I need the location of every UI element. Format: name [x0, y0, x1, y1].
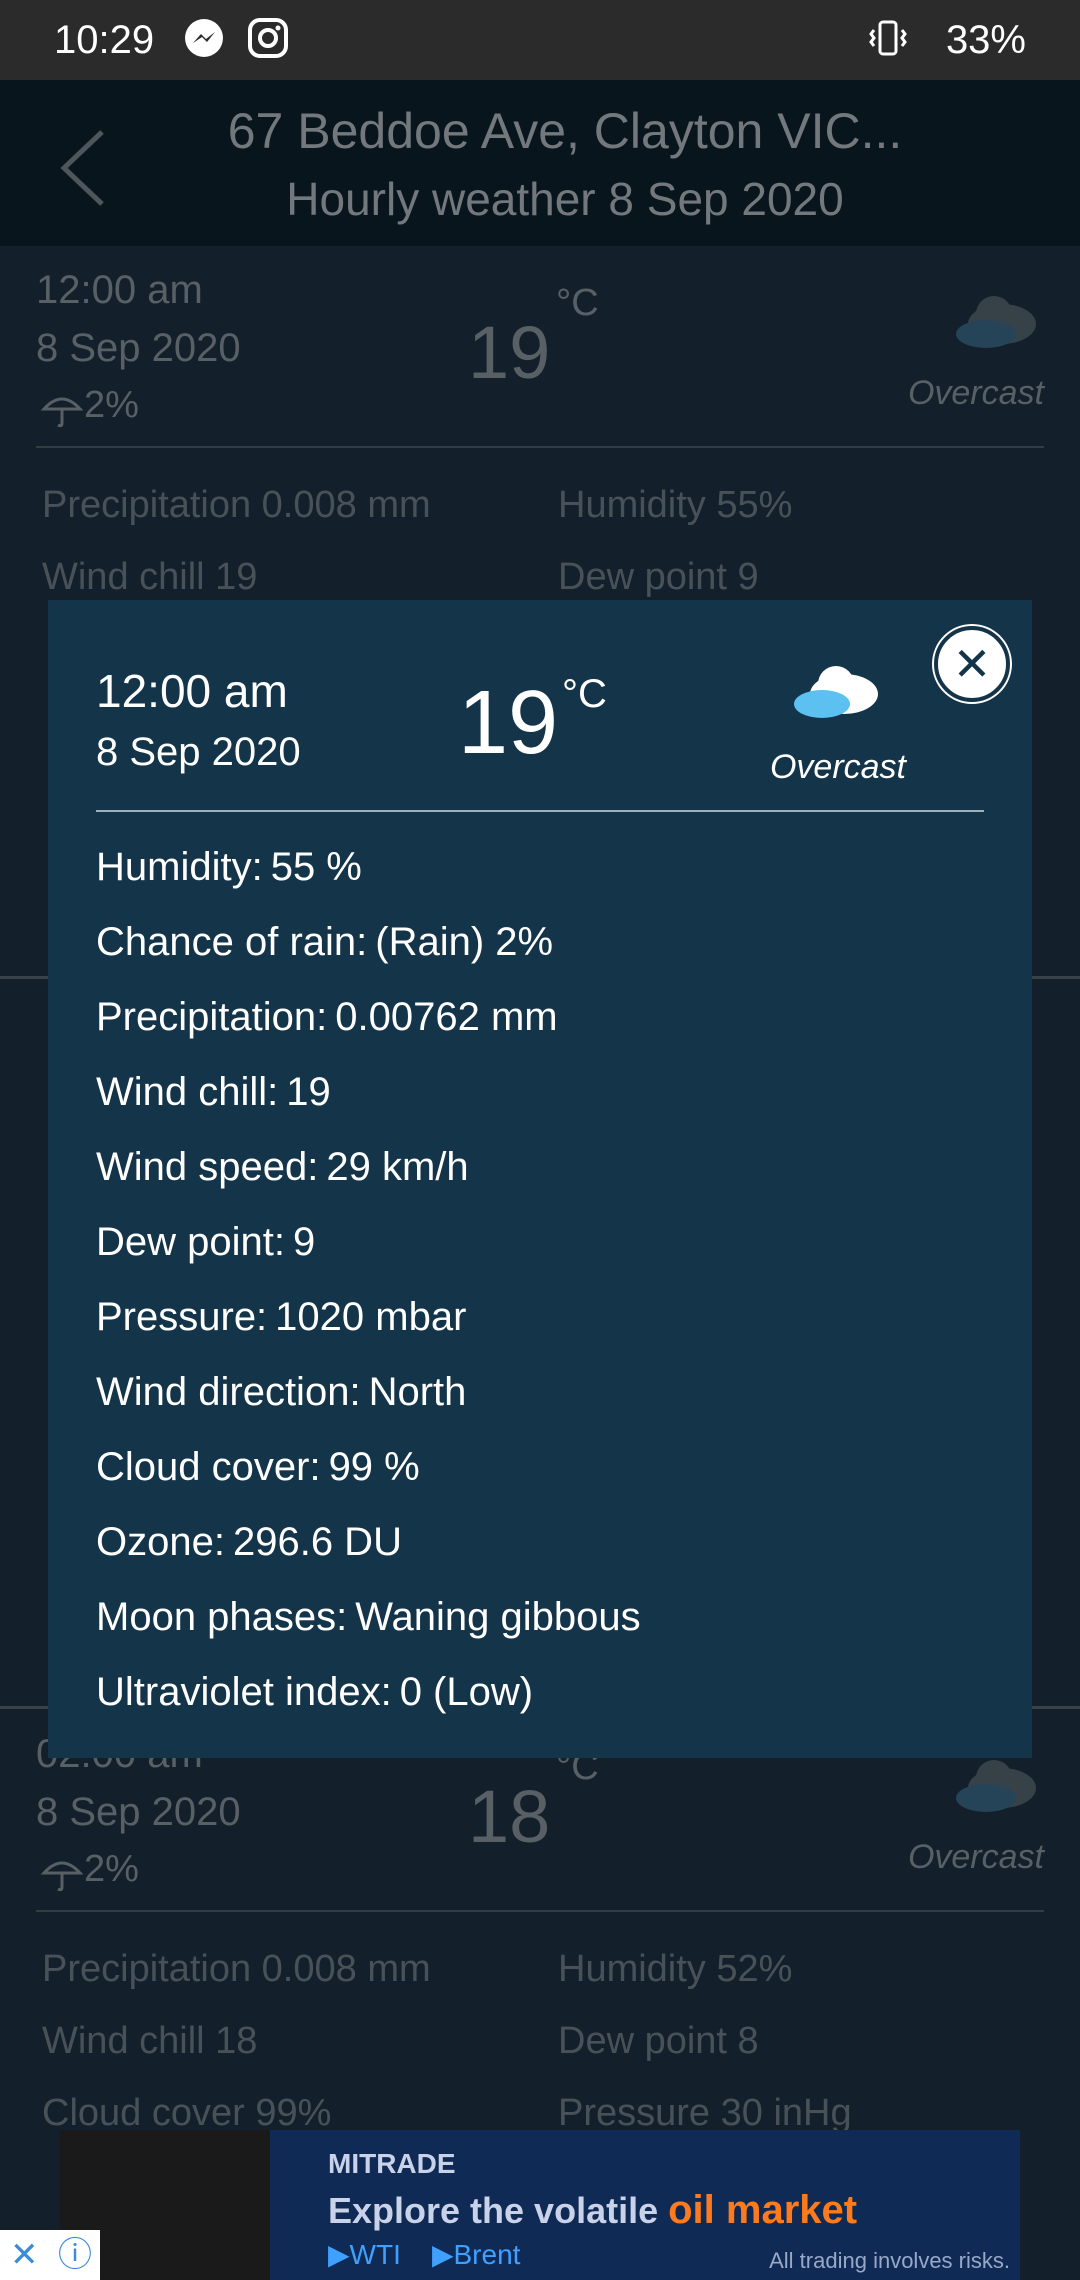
- detail-precipitation: Precipitation: 0.00762 mm: [96, 980, 984, 1055]
- ad-choices-button[interactable]: ✕ ⓘ: [0, 2230, 100, 2280]
- hour-detail-dialog: ✕ 12:00 am 8 Sep 2020 19 °C Overcast Hum…: [48, 600, 1032, 1758]
- detail-label: Cloud cover:: [96, 1445, 321, 1489]
- ad-disclaimer: All trading involves risks.: [769, 2248, 1010, 2273]
- dialog-details: Humidity: 55 % Chance of rain: (Rain) 2% P…: [96, 830, 984, 1730]
- detail-value: 55 %: [270, 845, 362, 889]
- ad-tag: ▶Brent: [431, 2239, 521, 2270]
- detail-cloud-cover: Cloud cover: 99 %: [96, 1430, 984, 1505]
- ad-headline: Explore the volatile oil market: [328, 2188, 857, 2233]
- detail-label: Wind speed:: [96, 1145, 319, 1189]
- detail-wind-speed: Wind speed: 29 km/h: [96, 1130, 984, 1205]
- detail-label: Ozone:: [96, 1520, 225, 1564]
- detail-label: Dew point:: [96, 1220, 285, 1264]
- detail-value: North: [368, 1370, 467, 1414]
- detail-value: (Rain) 2%: [375, 920, 554, 964]
- detail-pressure: Pressure: 1020 mbar: [96, 1280, 984, 1355]
- dialog-divider: [96, 810, 984, 812]
- detail-wind-chill: Wind chill: 19: [96, 1055, 984, 1130]
- dialog-condition: Overcast: [769, 748, 907, 786]
- detail-value: 29 km/h: [326, 1145, 469, 1189]
- ad-tag: ▶WTI: [328, 2239, 401, 2270]
- dialog-time: 12:00 am: [96, 665, 288, 717]
- close-icon: ✕: [952, 638, 992, 690]
- detail-label: Chance of rain:: [96, 920, 368, 964]
- messenger-icon: [185, 19, 223, 57]
- dialog-unit: °C: [562, 672, 607, 716]
- status-time: 10:29: [54, 18, 155, 62]
- ad-headline-text: Explore the volatile: [328, 2190, 659, 2231]
- vibrate-icon: [869, 20, 907, 56]
- detail-humidity: Humidity: 55 %: [96, 830, 984, 905]
- close-icon[interactable]: ✕: [10, 2236, 39, 2274]
- dialog-date: 8 Sep 2020: [96, 730, 301, 774]
- detail-ozone: Ozone: 296.6 DU: [96, 1505, 984, 1580]
- instagram-icon: [248, 18, 288, 58]
- detail-uv-index: Ultraviolet index: 0 (Low): [96, 1655, 984, 1730]
- dialog-temperature: 19: [458, 673, 559, 773]
- ad-brand: MITRADE: [328, 2148, 456, 2179]
- detail-dew-point: Dew point: 9: [96, 1205, 984, 1280]
- close-button[interactable]: ✕: [934, 626, 1010, 702]
- detail-label: Wind direction:: [96, 1370, 361, 1414]
- detail-value: 0.00762 mm: [335, 995, 558, 1039]
- detail-value: 0 (Low): [399, 1670, 534, 1714]
- ad-tags: ▶WTI ▶Brent: [328, 2238, 520, 2271]
- detail-label: Wind chill:: [96, 1070, 279, 1114]
- detail-value: 1020 mbar: [275, 1295, 467, 1339]
- detail-value: 9: [292, 1220, 316, 1264]
- ad-banner[interactable]: MITRADE Explore the volatile oil market …: [60, 2130, 1020, 2280]
- battery-percent: 33%: [945, 18, 1026, 62]
- detail-chance-of-rain: Chance of rain: (Rain) 2%: [96, 905, 984, 980]
- detail-moon-phase: Moon phases: Waning gibbous: [96, 1580, 984, 1655]
- detail-label: Ultraviolet index:: [96, 1670, 392, 1714]
- detail-value: Waning gibbous: [355, 1595, 641, 1639]
- detail-value: 19: [286, 1070, 331, 1114]
- info-icon[interactable]: ⓘ: [58, 2236, 92, 2274]
- ad-headline-highlight: oil market: [668, 2188, 858, 2232]
- detail-value: 296.6 DU: [232, 1520, 402, 1564]
- detail-label: Humidity:: [96, 845, 263, 889]
- detail-label: Pressure:: [96, 1295, 268, 1339]
- cloud-icon: [794, 666, 878, 718]
- detail-value: 99 %: [328, 1445, 420, 1489]
- detail-label: Precipitation:: [96, 995, 328, 1039]
- detail-label: Moon phases:: [96, 1595, 348, 1639]
- status-bar: 10:29 33%: [0, 0, 1080, 80]
- detail-wind-direction: Wind direction: North: [96, 1355, 984, 1430]
